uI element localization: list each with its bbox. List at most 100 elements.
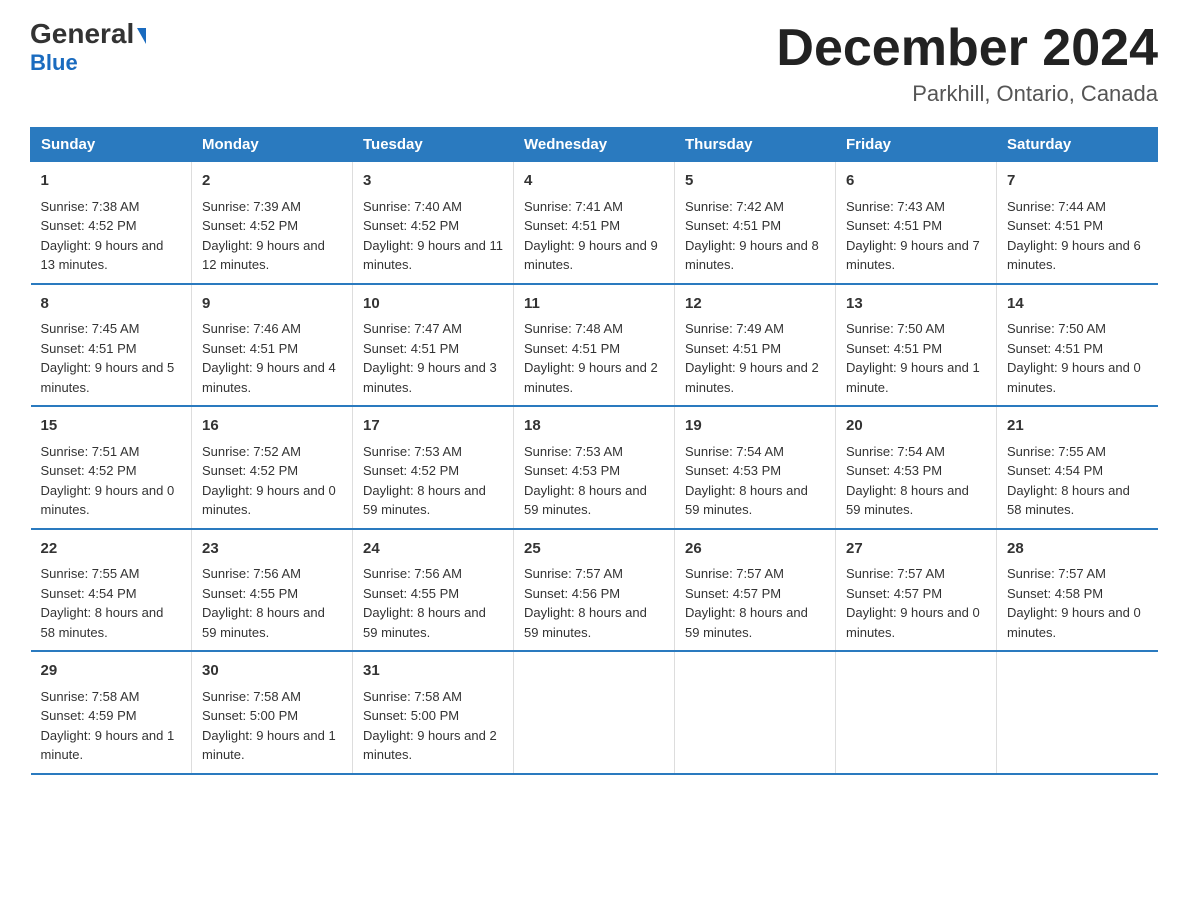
calendar-cell: 3Sunrise: 7:40 AMSunset: 4:52 PMDaylight…: [353, 162, 514, 284]
day-number: 3: [363, 170, 503, 193]
title-block: December 2024 Parkhill, Ontario, Canada: [776, 20, 1158, 107]
calendar-cell: 24 Sunrise: 7:56 AMSunset: 4:55 PMDayligh…: [353, 529, 514, 652]
calendar-cell: 2Sunrise: 7:39 AMSunset: 4:52 PMDaylight…: [192, 162, 353, 284]
day-number: 11: [524, 293, 664, 316]
calendar-week-1: 1Sunrise: 7:38 AMSunset: 4:52 PMDaylight…: [31, 162, 1158, 284]
day-number: 19: [685, 415, 825, 438]
calendar-table: Sunday Monday Tuesday Wednesday Thursday…: [30, 127, 1158, 775]
day-detail: Sunrise: 7:57 AMSunset: 4:57 PMDaylight:…: [846, 564, 986, 642]
calendar-cell: 8 Sunrise: 7:45 AMSunset: 4:51 PMDaylight…: [31, 284, 192, 407]
logo-general: General: [30, 20, 146, 48]
calendar-cell: 14 Sunrise: 7:50 AMSunset: 4:51 PMDayligh…: [997, 284, 1158, 407]
day-number: 24: [363, 538, 503, 561]
day-number: 27: [846, 538, 986, 561]
day-number: 20: [846, 415, 986, 438]
calendar-cell: 23 Sunrise: 7:56 AMSunset: 4:55 PMDayligh…: [192, 529, 353, 652]
calendar-cell: 29 Sunrise: 7:58 AMSunset: 4:59 PMDayligh…: [31, 651, 192, 774]
day-number: 14: [1007, 293, 1148, 316]
calendar-cell: [836, 651, 997, 774]
calendar-cell: 9Sunrise: 7:46 AMSunset: 4:51 PMDaylight…: [192, 284, 353, 407]
day-detail: Sunrise: 7:50 AMSunset: 4:51 PMDaylight:…: [846, 319, 986, 397]
calendar-cell: 15Sunrise: 7:51 AMSunset: 4:52 PMDayligh…: [31, 406, 192, 529]
calendar-cell: 10 Sunrise: 7:47 AMSunset: 4:51 PMDayligh…: [353, 284, 514, 407]
calendar-cell: [675, 651, 836, 774]
day-detail: Sunrise: 7:38 AMSunset: 4:52 PMDaylight:…: [41, 197, 182, 275]
day-detail: Sunrise: 7:42 AMSunset: 4:51 PMDaylight:…: [685, 197, 825, 275]
header-sunday: Sunday: [31, 128, 192, 162]
day-number: 10: [363, 293, 503, 316]
day-detail: Sunrise: 7:53 AMSunset: 4:52 PMDaylight:…: [363, 442, 503, 520]
day-number: 29: [41, 660, 182, 683]
calendar-cell: [514, 651, 675, 774]
calendar-cell: 7 Sunrise: 7:44 AMSunset: 4:51 PMDaylight…: [997, 162, 1158, 284]
calendar-header-row: Sunday Monday Tuesday Wednesday Thursday…: [31, 128, 1158, 162]
calendar-week-4: 22 Sunrise: 7:55 AMSunset: 4:54 PMDayligh…: [31, 529, 1158, 652]
day-number: 28: [1007, 538, 1148, 561]
day-detail: Sunrise: 7:50 AMSunset: 4:51 PMDaylight:…: [1007, 319, 1148, 397]
day-number: 30: [202, 660, 342, 683]
day-detail: Sunrise: 7:53 AMSunset: 4:53 PMDaylight:…: [524, 442, 664, 520]
header-friday: Friday: [836, 128, 997, 162]
calendar-week-2: 8 Sunrise: 7:45 AMSunset: 4:51 PMDaylight…: [31, 284, 1158, 407]
calendar-cell: 19 Sunrise: 7:54 AMSunset: 4:53 PMDayligh…: [675, 406, 836, 529]
day-detail: Sunrise: 7:56 AMSunset: 4:55 PMDaylight:…: [202, 564, 342, 642]
calendar-cell: 16 Sunrise: 7:52 AMSunset: 4:52 PMDayligh…: [192, 406, 353, 529]
day-number: 13: [846, 293, 986, 316]
month-title: December 2024: [776, 20, 1158, 77]
day-detail: Sunrise: 7:51 AMSunset: 4:52 PMDaylight:…: [41, 442, 182, 520]
day-detail: Sunrise: 7:55 AMSunset: 4:54 PMDaylight:…: [41, 564, 182, 642]
day-detail: Sunrise: 7:44 AMSunset: 4:51 PMDaylight:…: [1007, 197, 1148, 275]
day-number: 22: [41, 538, 182, 561]
day-detail: Sunrise: 7:48 AMSunset: 4:51 PMDaylight:…: [524, 319, 664, 397]
day-detail: Sunrise: 7:46 AMSunset: 4:51 PMDaylight:…: [202, 319, 342, 397]
calendar-cell: 31Sunrise: 7:58 AMSunset: 5:00 PMDayligh…: [353, 651, 514, 774]
day-number: 16: [202, 415, 342, 438]
day-detail: Sunrise: 7:54 AMSunset: 4:53 PMDaylight:…: [846, 442, 986, 520]
calendar-cell: 18 Sunrise: 7:53 AMSunset: 4:53 PMDayligh…: [514, 406, 675, 529]
day-detail: Sunrise: 7:57 AMSunset: 4:57 PMDaylight:…: [685, 564, 825, 642]
calendar-cell: 11 Sunrise: 7:48 AMSunset: 4:51 PMDayligh…: [514, 284, 675, 407]
day-number: 6: [846, 170, 986, 193]
day-number: 23: [202, 538, 342, 561]
day-number: 12: [685, 293, 825, 316]
day-number: 18: [524, 415, 664, 438]
header-tuesday: Tuesday: [353, 128, 514, 162]
day-detail: Sunrise: 7:45 AMSunset: 4:51 PMDaylight:…: [41, 319, 182, 397]
header-wednesday: Wednesday: [514, 128, 675, 162]
logo: General Blue: [30, 20, 146, 76]
calendar-cell: 26 Sunrise: 7:57 AMSunset: 4:57 PMDayligh…: [675, 529, 836, 652]
day-number: 7: [1007, 170, 1148, 193]
calendar-cell: 20 Sunrise: 7:54 AMSunset: 4:53 PMDayligh…: [836, 406, 997, 529]
day-detail: Sunrise: 7:57 AMSunset: 4:56 PMDaylight:…: [524, 564, 664, 642]
day-detail: Sunrise: 7:54 AMSunset: 4:53 PMDaylight:…: [685, 442, 825, 520]
day-number: 21: [1007, 415, 1148, 438]
calendar-cell: 4Sunrise: 7:41 AMSunset: 4:51 PMDaylight…: [514, 162, 675, 284]
header-saturday: Saturday: [997, 128, 1158, 162]
day-detail: Sunrise: 7:58 AMSunset: 4:59 PMDaylight:…: [41, 687, 182, 765]
day-detail: Sunrise: 7:39 AMSunset: 4:52 PMDaylight:…: [202, 197, 342, 275]
calendar-cell: 6 Sunrise: 7:43 AMSunset: 4:51 PMDaylight…: [836, 162, 997, 284]
calendar-cell: 27 Sunrise: 7:57 AMSunset: 4:57 PMDayligh…: [836, 529, 997, 652]
calendar-cell: [997, 651, 1158, 774]
day-detail: Sunrise: 7:56 AMSunset: 4:55 PMDaylight:…: [363, 564, 503, 642]
day-number: 4: [524, 170, 664, 193]
day-detail: Sunrise: 7:47 AMSunset: 4:51 PMDaylight:…: [363, 319, 503, 397]
day-detail: Sunrise: 7:49 AMSunset: 4:51 PMDaylight:…: [685, 319, 825, 397]
day-number: 8: [41, 293, 182, 316]
calendar-cell: 21 Sunrise: 7:55 AMSunset: 4:54 PMDayligh…: [997, 406, 1158, 529]
calendar-cell: 17 Sunrise: 7:53 AMSunset: 4:52 PMDayligh…: [353, 406, 514, 529]
location-title: Parkhill, Ontario, Canada: [776, 81, 1158, 107]
calendar-cell: 28 Sunrise: 7:57 AMSunset: 4:58 PMDayligh…: [997, 529, 1158, 652]
day-detail: Sunrise: 7:58 AMSunset: 5:00 PMDaylight:…: [202, 687, 342, 765]
day-detail: Sunrise: 7:52 AMSunset: 4:52 PMDaylight:…: [202, 442, 342, 520]
calendar-cell: 30 Sunrise: 7:58 AMSunset: 5:00 PMDayligh…: [192, 651, 353, 774]
day-detail: Sunrise: 7:55 AMSunset: 4:54 PMDaylight:…: [1007, 442, 1148, 520]
calendar-cell: 22 Sunrise: 7:55 AMSunset: 4:54 PMDayligh…: [31, 529, 192, 652]
day-detail: Sunrise: 7:43 AMSunset: 4:51 PMDaylight:…: [846, 197, 986, 275]
calendar-week-3: 15Sunrise: 7:51 AMSunset: 4:52 PMDayligh…: [31, 406, 1158, 529]
day-number: 25: [524, 538, 664, 561]
logo-blue: Blue: [30, 50, 78, 76]
day-detail: Sunrise: 7:57 AMSunset: 4:58 PMDaylight:…: [1007, 564, 1148, 642]
day-number: 17: [363, 415, 503, 438]
day-number: 26: [685, 538, 825, 561]
